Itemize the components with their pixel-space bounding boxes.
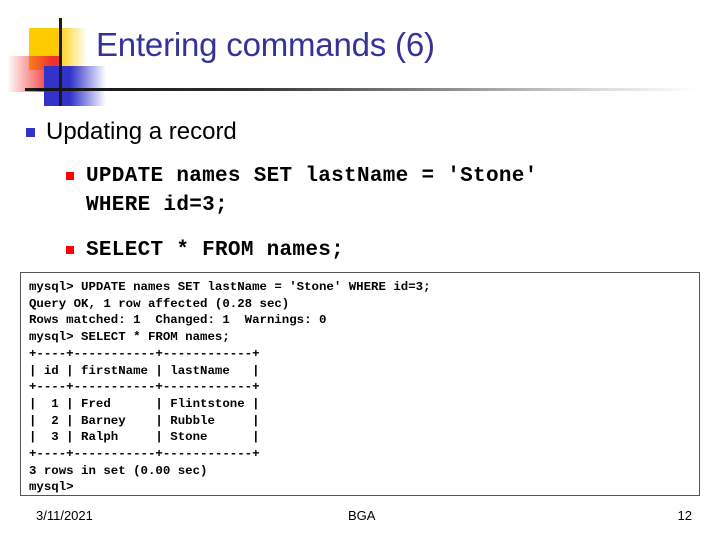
title-underline-rule [36, 88, 698, 91]
logo-blue-square [44, 66, 106, 106]
bullet-item-updating-a-record: Updating a record [26, 117, 666, 147]
bullet-item-update-statement: UPDATE names SET lastName = 'Stone' WHER… [66, 162, 706, 220]
square-bullet-icon [26, 128, 35, 137]
terminal-transcript: mysql> UPDATE names SET lastName = 'Ston… [29, 280, 431, 495]
footer-page-number: 12 [677, 508, 692, 523]
square-bullet-icon [66, 172, 74, 180]
code-snippet-select: SELECT * FROM names; [86, 239, 345, 262]
logo-vertical-bar [59, 18, 62, 106]
footer-date: 3/11/2021 [36, 508, 93, 523]
terminal-output-box: mysql> UPDATE names SET lastName = 'Ston… [20, 272, 700, 496]
bullet-label: Updating a record [46, 118, 237, 145]
footer-center-label: BGA [348, 508, 376, 523]
slide-footer: 3/11/2021 BGA 12 [0, 505, 720, 529]
code-snippet-update: UPDATE names SET lastName = 'Stone' WHER… [86, 165, 538, 217]
slide-canvas: Entering commands (6) Updating a record … [0, 0, 720, 540]
page-title: Entering commands (6) [96, 26, 435, 63]
square-bullet-icon [66, 246, 74, 254]
bullet-item-select-statement: SELECT * FROM names; [66, 236, 706, 265]
